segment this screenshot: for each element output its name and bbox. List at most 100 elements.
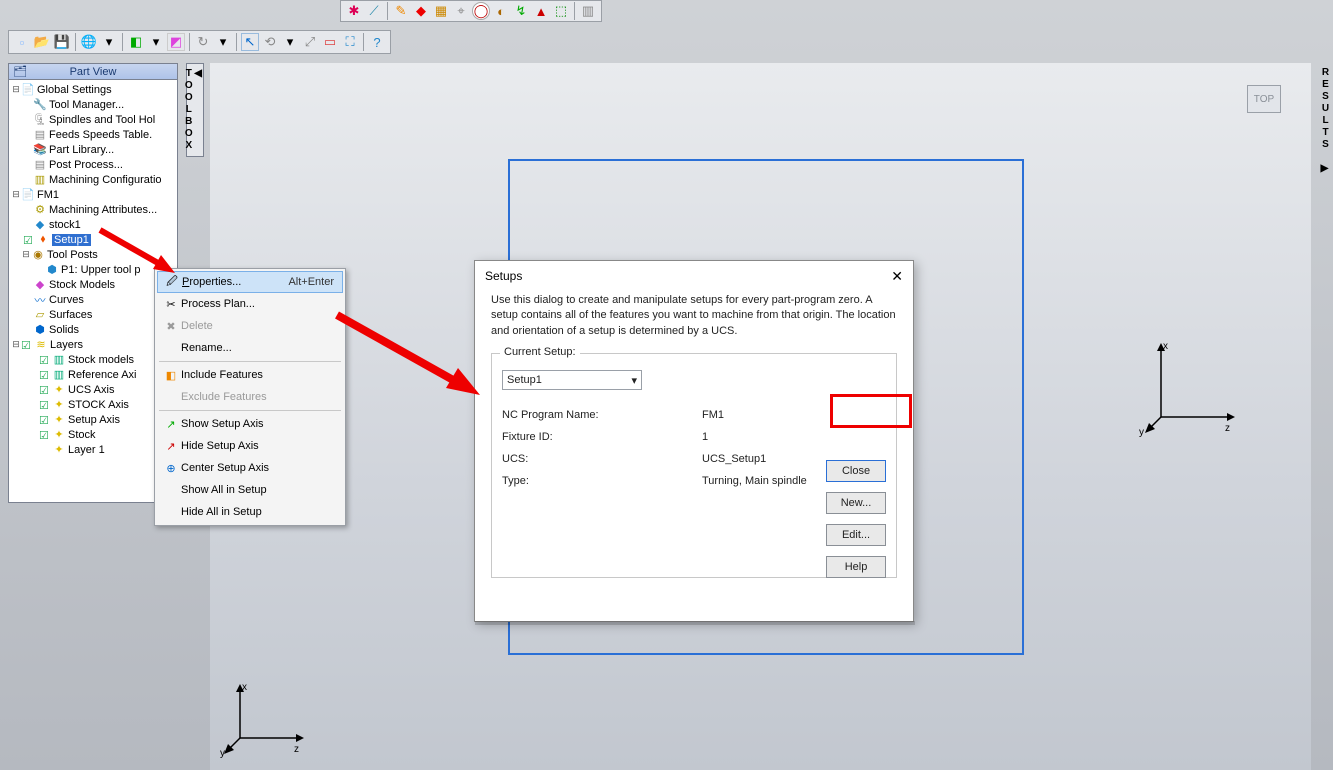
toolbox-tab[interactable]: ◀ TOOLBOX xyxy=(186,63,204,157)
close-icon[interactable]: ✕ xyxy=(891,268,903,285)
tree-global-settings[interactable]: ⊟📄Global Settings xyxy=(9,82,177,97)
screen-icon[interactable]: ▭ xyxy=(321,33,339,51)
tree-layer-ucsaxis[interactable]: ✦UCS Axis xyxy=(9,382,177,397)
tree-icon: 🗂 xyxy=(13,65,27,78)
setups-dialog: Setups ✕ Use this dialog to create and m… xyxy=(474,260,914,622)
close-button[interactable]: Close xyxy=(826,460,886,482)
results-tab[interactable]: RESULTS ▶ xyxy=(1317,63,1331,178)
cube-icon[interactable]: ◧ xyxy=(127,33,145,51)
tree-setup1[interactable]: ⬧Setup1 xyxy=(9,232,177,247)
ctx-delete: ✖Delete xyxy=(157,315,343,337)
tree-surfaces[interactable]: ▱Surfaces xyxy=(9,307,177,322)
include-icon: ◧ xyxy=(161,369,181,382)
ctx-rename[interactable]: Rename... xyxy=(157,337,343,359)
feat-icon-2[interactable]: ⟋ xyxy=(365,2,383,20)
fit-icon[interactable]: ⛶ xyxy=(341,33,359,51)
kv-fixture: Fixture ID:1 xyxy=(502,426,886,448)
open-file-icon[interactable]: 📂 xyxy=(33,33,51,51)
collapse-arrow-icon: ◀ xyxy=(194,68,203,79)
tree-p1[interactable]: ⬢P1: Upper tool p xyxy=(9,262,177,277)
ctx-show-all[interactable]: Show All in Setup xyxy=(157,479,343,501)
axis-main: x z y xyxy=(1131,337,1241,447)
toolbar-features: ✱ ⟋ ✎ ◆ ▦ ⌖ ◯ ◐ ↯ ▲ ⬚ ▥ xyxy=(340,0,602,22)
ctx-include[interactable]: ◧Include Features xyxy=(157,364,343,386)
tree-tool-posts[interactable]: ⊟◉Tool Posts xyxy=(9,247,177,262)
help-button[interactable]: Help xyxy=(826,556,886,578)
checkbox-checked-icon[interactable] xyxy=(21,339,32,350)
delete-icon: ✖ xyxy=(161,320,181,333)
rotate-icon[interactable]: ⟲ xyxy=(261,33,279,51)
tree-spindles[interactable]: 🗜Spindles and Tool Hol xyxy=(9,112,177,127)
new-file-icon[interactable]: ▫ xyxy=(13,33,31,51)
tree-machining-attr[interactable]: ⚙Machining Attributes... xyxy=(9,202,177,217)
tree-layer-refaxis[interactable]: ▥Reference Axi xyxy=(9,367,177,382)
feat-icon-3[interactable]: ✎ xyxy=(392,2,410,20)
part-view-title-text: Part View xyxy=(70,66,117,78)
dropdown-icon-4[interactable]: ▾ xyxy=(281,33,299,51)
tree-part-library[interactable]: 📚Part Library... xyxy=(9,142,177,157)
refresh-icon[interactable]: ↻ xyxy=(194,33,212,51)
ctx-center-axis[interactable]: ⊕Center Setup Axis xyxy=(157,457,343,479)
part-view-title: 🗂 Part View xyxy=(9,64,177,80)
part-view-tree[interactable]: ⊟📄Global Settings 🔧Tool Manager... 🗜Spin… xyxy=(9,80,177,459)
feat-icon-5[interactable]: ▦ xyxy=(432,2,450,20)
svg-text:x: x xyxy=(1163,341,1168,352)
toolbox-label: TOOLBOX xyxy=(183,68,194,152)
checkbox-checked-icon[interactable] xyxy=(23,234,34,245)
axis-small: x z y xyxy=(220,678,320,758)
feat-icon-11[interactable]: ⬚ xyxy=(552,2,570,20)
feat-icon-10[interactable]: ▲ xyxy=(532,2,550,20)
ctx-properties[interactable]: 🖉 PProperties...roperties... Alt+Enter xyxy=(157,271,343,293)
combo-value: Setup1 xyxy=(507,374,542,386)
dialog-description: Use this dialog to create and manipulate… xyxy=(491,293,897,339)
zoom-icon[interactable]: ⤢ xyxy=(301,33,319,51)
accel-text: Alt+Enter xyxy=(288,276,342,288)
tree-layer-stockmodels[interactable]: ▥Stock models xyxy=(9,352,177,367)
tree-layers[interactable]: ⊟≋Layers xyxy=(9,337,177,352)
ctx-hide-axis[interactable]: ↗Hide Setup Axis xyxy=(157,435,343,457)
tree-fm1[interactable]: ⊟📄FM1 xyxy=(9,187,177,202)
save-icon[interactable]: 💾 xyxy=(53,33,71,51)
toolbar-main: ▫ 📂 💾 🌐 ▾ ◧ ▾ ◩ ↻ ▾ ↖ ⟲ ▾ ⤢ ▭ ⛶ ? xyxy=(8,30,391,54)
feat-icon-6[interactable]: ⌖ xyxy=(452,2,470,20)
ctx-hide-all[interactable]: Hide All in Setup xyxy=(157,501,343,523)
feat-icon-12[interactable]: ▥ xyxy=(579,2,597,20)
tree-post-process[interactable]: ▤Post Process... xyxy=(9,157,177,172)
pink-cube-icon[interactable]: ◩ xyxy=(167,33,185,51)
dropdown-icon-2[interactable]: ▾ xyxy=(147,33,165,51)
show-axis-icon: ↗ xyxy=(161,418,181,431)
hide-axis-icon: ↗ xyxy=(161,440,181,453)
svg-text:y: y xyxy=(1139,427,1144,438)
tree-stock-models[interactable]: ◆Stock Models xyxy=(9,277,177,292)
feat-icon-9[interactable]: ↯ xyxy=(512,2,530,20)
feat-icon-7[interactable]: ◯ xyxy=(472,2,490,20)
feat-icon-1[interactable]: ✱ xyxy=(345,2,363,20)
setup-dropdown[interactable]: Setup1 ▾ xyxy=(502,370,642,390)
dropdown-icon[interactable]: ▾ xyxy=(100,33,118,51)
globe-icon[interactable]: 🌐 xyxy=(80,33,98,51)
properties-icon: 🖉 xyxy=(162,273,182,292)
ctx-process-plan[interactable]: ✂Process Plan... xyxy=(157,293,343,315)
tree-curves[interactable]: 〰Curves xyxy=(9,292,177,307)
tree-layer-setupaxis[interactable]: ✦Setup Axis xyxy=(9,412,177,427)
tree-layer-layer1[interactable]: ✦Layer 1 xyxy=(9,442,177,457)
new-button[interactable]: New... xyxy=(826,492,886,514)
ctx-show-axis[interactable]: ↗Show Setup Axis xyxy=(157,413,343,435)
tree-solids[interactable]: ⬢Solids xyxy=(9,322,177,337)
tree-layer-stockaxis[interactable]: ✦STOCK Axis xyxy=(9,397,177,412)
tree-stock1[interactable]: ◆stock1 xyxy=(9,217,177,232)
ctx-separator xyxy=(159,410,341,411)
edit-button[interactable]: Edit... xyxy=(826,524,886,546)
pointer-icon[interactable]: ↖ xyxy=(241,33,259,51)
tree-tool-manager[interactable]: 🔧Tool Manager... xyxy=(9,97,177,112)
fieldset-legend: Current Setup: xyxy=(500,346,580,358)
help-icon[interactable]: ? xyxy=(368,33,386,51)
tree-layer-stock[interactable]: ✦Stock xyxy=(9,427,177,442)
tree-machining-config[interactable]: ▥Machining Configuratio xyxy=(9,172,177,187)
feat-icon-8[interactable]: ◐ xyxy=(492,2,510,20)
tree-feeds[interactable]: ▤Feeds Speeds Table. xyxy=(9,127,177,142)
view-top-badge[interactable]: TOP xyxy=(1247,85,1281,113)
feat-icon-4[interactable]: ◆ xyxy=(412,2,430,20)
current-setup-fieldset: Current Setup: Setup1 ▾ NC Program Name:… xyxy=(491,353,897,578)
dropdown-icon-3[interactable]: ▾ xyxy=(214,33,232,51)
